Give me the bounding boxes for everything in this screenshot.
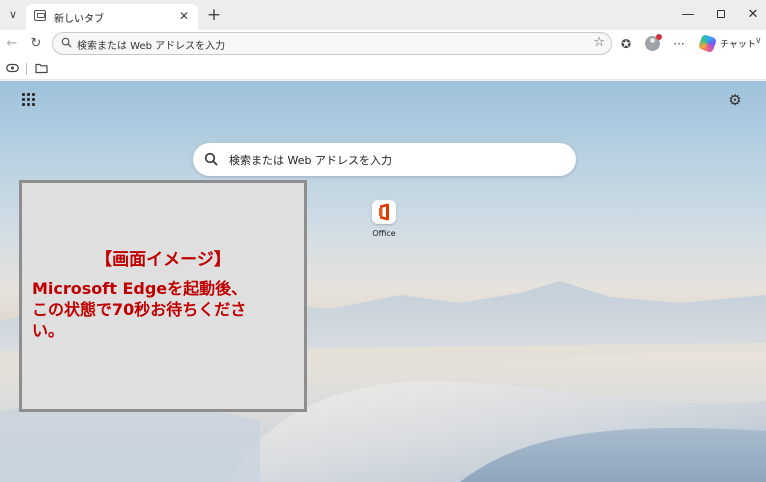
minimize-button[interactable]: —	[677, 5, 699, 25]
address-bar[interactable]: 検索または Web アドレスを入力 ☆	[52, 32, 612, 55]
search-icon	[204, 152, 218, 166]
close-window-button[interactable]: ✕	[742, 5, 764, 25]
ntp-search-placeholder: 検索または Web アドレスを入力	[229, 154, 392, 167]
divider	[26, 63, 27, 75]
tab-list-button[interactable]: ∨	[4, 6, 22, 24]
more-icon: ···	[673, 37, 685, 51]
back-button[interactable]: ←	[3, 35, 21, 53]
tab-new-tab[interactable]: 新しいタブ ✕	[26, 4, 198, 30]
new-tab-page-icon	[34, 10, 46, 21]
star-icon: ☆	[593, 35, 605, 50]
favorites-icon: ✪	[620, 37, 632, 51]
new-tab-button[interactable]: +	[204, 5, 224, 25]
plus-icon: +	[206, 5, 222, 25]
tile-label: Office	[372, 229, 396, 238]
tab-title: 新しいタブ	[54, 14, 104, 25]
gear-icon: ⚙	[728, 91, 742, 109]
arrow-left-icon: ←	[6, 36, 18, 51]
note-line: Microsoft Edgeを起動後、	[32, 279, 248, 298]
profile-button[interactable]	[645, 34, 662, 51]
refresh-icon: ↻	[30, 36, 42, 51]
page-settings-button[interactable]: ⚙	[726, 91, 744, 109]
refresh-button[interactable]: ↻	[27, 35, 45, 53]
close-icon: ✕	[747, 7, 759, 22]
note-body: Microsoft Edgeを起動後、 この状態で70秒お待ちくださ い。	[32, 278, 302, 341]
quick-link-office[interactable]: Office	[363, 198, 405, 246]
copilot-icon[interactable]	[697, 33, 718, 54]
chevron-down-icon[interactable]: ∨	[755, 36, 762, 46]
search-icon	[61, 37, 72, 48]
chevron-down-icon: ∨	[8, 8, 18, 21]
note-line: い。	[32, 321, 65, 340]
more-button[interactable]: ···	[670, 35, 688, 53]
copilot-chat-label[interactable]: チャット	[720, 37, 756, 50]
close-tab-button[interactable]: ✕	[176, 8, 192, 24]
workspaces-icon[interactable]	[6, 62, 19, 74]
maximize-icon	[717, 10, 725, 18]
note-title: 【画面イメージ】	[95, 250, 231, 270]
address-bar-placeholder: 検索または Web アドレスを入力	[77, 41, 226, 52]
folder-icon[interactable]	[35, 62, 48, 74]
favorites-button[interactable]: ✪	[617, 35, 635, 53]
minimize-icon: —	[681, 7, 695, 22]
favorites-bar	[0, 58, 766, 80]
close-icon: ✕	[178, 9, 190, 23]
maximize-button[interactable]	[710, 5, 732, 25]
ntp-search-box[interactable]: 検索または Web アドレスを入力	[193, 143, 576, 176]
app-launcher-button[interactable]	[22, 93, 38, 109]
add-favorite-button[interactable]: ☆	[593, 35, 605, 50]
screen-image-note: 【画面イメージ】 Microsoft Edgeを起動後、 この状態で70秒お待ち…	[19, 180, 307, 412]
tab-strip: ∨ 新しいタブ ✕ + — ✕	[0, 0, 766, 30]
note-line: この状態で70秒お待ちくださ	[32, 300, 247, 319]
office-icon	[372, 200, 396, 224]
toolbar: ← ↻ 検索または Web アドレスを入力 ☆ ✪ ··· チャット ∨	[0, 30, 766, 58]
